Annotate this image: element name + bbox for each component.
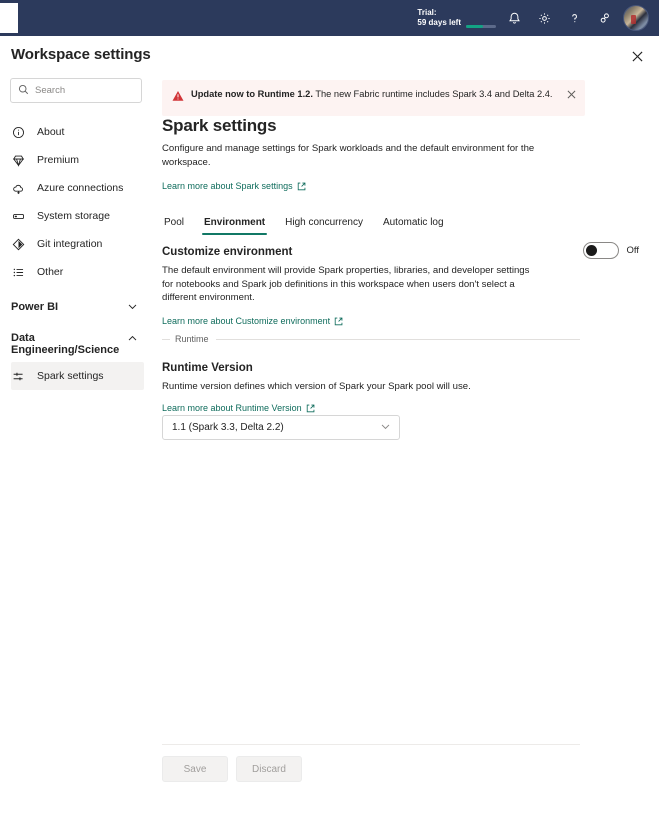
sidebar-group-power-bi[interactable]: Power BI: [0, 292, 152, 322]
sidebar-item-system-storage[interactable]: System storage: [0, 202, 152, 230]
trial-status: Trial: 59 days left: [417, 8, 465, 29]
footer-actions: Save Discard: [162, 756, 302, 782]
sidebar-group-label: Power BI: [11, 301, 59, 313]
sidebar-group-data-engineering-science[interactable]: Data Engineering/Science: [0, 328, 152, 362]
external-link-icon: [297, 182, 306, 191]
notifications-bell-icon[interactable]: [499, 0, 529, 36]
workspace-settings-header: Workspace settings: [0, 36, 659, 72]
runtime-divider-label: Runtime: [175, 334, 209, 344]
tab-environment[interactable]: Environment: [194, 217, 275, 235]
external-link-icon: [334, 317, 343, 326]
gear-icon[interactable]: [529, 0, 559, 36]
sidebar-item-label: System storage: [37, 210, 110, 222]
main-content: Update now to Runtime 1.2. The new Fabri…: [152, 76, 659, 815]
sliders-icon: [12, 368, 32, 384]
sidebar-item-label: Git integration: [37, 238, 103, 250]
trial-days-left: 59 days left: [417, 17, 461, 27]
runtime-version-description: Runtime version defines which version of…: [162, 381, 471, 392]
runtime-section-divider: Runtime: [162, 334, 580, 344]
navbar-actions: Trial: 59 days left: [417, 0, 659, 36]
tab-pool[interactable]: Pool: [162, 217, 194, 235]
info-icon: [12, 124, 32, 140]
runtime-version-title: Runtime Version: [162, 362, 253, 374]
learn-more-link[interactable]: Learn more about Customize environment: [162, 316, 343, 326]
sidebar-item-spark-settings[interactable]: Spark settings: [11, 362, 144, 390]
toggle-state-label: Off: [626, 245, 640, 256]
top-navbar: Trial: 59 days left: [0, 0, 659, 36]
sidebar-item-label: Premium: [37, 154, 80, 166]
page-title: Workspace settings: [11, 46, 151, 63]
banner-text: Update now to Runtime 1.2. The new Fabri…: [191, 88, 561, 107]
sidebar-item-label: Other: [37, 266, 64, 278]
external-link-icon: [306, 404, 315, 413]
banner-close-icon[interactable]: [563, 86, 579, 102]
runtime-version-selected-value: 1.1 (Spark 3.3, Delta 2.2): [172, 422, 284, 433]
sidebar-item-label: Azure connections: [37, 182, 124, 194]
learn-more-customize-environment-link[interactable]: Learn more about Customize environment: [162, 311, 343, 329]
feedback-icon[interactable]: [589, 0, 619, 36]
list-icon: [12, 264, 32, 280]
search-box[interactable]: [10, 78, 142, 103]
chevron-up-icon: [127, 333, 138, 347]
banner-bold-text: Update now to Runtime 1.2.: [191, 89, 313, 99]
runtime-update-banner: Update now to Runtime 1.2. The new Fabri…: [162, 80, 585, 116]
settings-sidebar: About Premium Azure connections: [0, 76, 152, 815]
search-input[interactable]: [35, 85, 134, 96]
avatar[interactable]: [623, 5, 649, 31]
save-button[interactable]: Save: [162, 756, 228, 782]
runtime-version-dropdown[interactable]: 1.1 (Spark 3.3, Delta 2.2): [162, 415, 400, 440]
diamond-icon: [12, 152, 32, 168]
tab-high-concurrency[interactable]: High concurrency: [275, 217, 373, 235]
help-question-icon[interactable]: [559, 0, 589, 36]
sidebar-item-about[interactable]: About: [0, 118, 152, 146]
learn-more-spark-settings-link[interactable]: Learn more about Spark settings: [162, 176, 306, 194]
learn-more-runtime-version-link[interactable]: Learn more about Runtime Version: [162, 398, 315, 416]
learn-more-link[interactable]: Learn more about Runtime Version: [162, 403, 315, 413]
learn-more-label: Learn more about Customize environment: [162, 316, 331, 326]
storage-icon: [12, 208, 32, 224]
close-icon[interactable]: [625, 44, 649, 68]
sidebar-item-label: About: [37, 126, 65, 138]
trial-label: Trial:: [417, 7, 437, 17]
sidebar-item-git-integration[interactable]: Git integration: [0, 230, 152, 258]
sidebar-item-premium[interactable]: Premium: [0, 146, 152, 174]
customize-environment-title: Customize environment: [162, 246, 293, 258]
footer-divider: [162, 744, 580, 745]
app-launcher-placeholder: [0, 3, 18, 33]
spark-settings-tabs: Pool Environment High concurrency Automa…: [162, 209, 454, 235]
customize-environment-toggle[interactable]: [582, 242, 619, 259]
learn-more-label: Learn more about Spark settings: [162, 181, 293, 191]
chevron-down-icon: [127, 301, 138, 315]
tab-automatic-log[interactable]: Automatic log: [373, 217, 454, 235]
sidebar-nav-list: About Premium Azure connections System s…: [0, 118, 152, 286]
git-icon: [12, 236, 32, 252]
spark-settings-title: Spark settings: [162, 116, 277, 135]
sidebar-item-azure-connections[interactable]: Azure connections: [0, 174, 152, 202]
sidebar-item-other[interactable]: Other: [0, 258, 152, 286]
banner-rest-text: The new Fabric runtime includes Spark 3.…: [312, 89, 553, 99]
sidebar-group-label: Data Engineering/Science: [11, 332, 120, 356]
learn-more-link[interactable]: Learn more about Spark settings: [162, 181, 306, 191]
customize-environment-description: The default environment will provide Spa…: [162, 265, 530, 303]
discard-button[interactable]: Discard: [236, 756, 302, 782]
trial-progress-bar: [465, 0, 497, 36]
warning-triangle-icon: [172, 89, 184, 107]
customize-environment-toggle-wrap: Off: [582, 242, 640, 259]
learn-more-label: Learn more about Runtime Version: [162, 403, 302, 413]
toggle-knob: [585, 245, 597, 256]
cloud-icon: [12, 180, 32, 196]
spark-settings-description: Configure and manage settings for Spark …: [162, 143, 535, 168]
chevron-down-icon: [380, 419, 391, 437]
sidebar-item-label: Spark settings: [37, 370, 104, 382]
search-icon: [18, 82, 35, 100]
